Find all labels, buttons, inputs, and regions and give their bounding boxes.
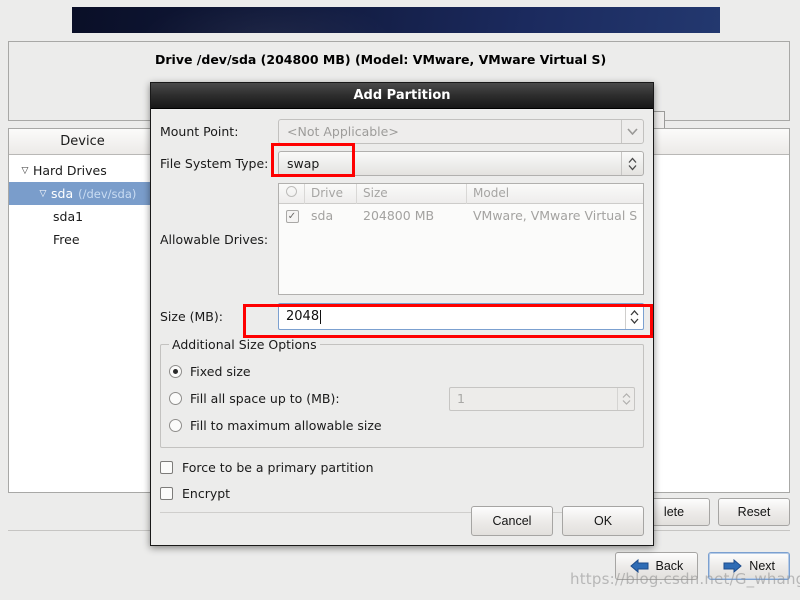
file-system-type-label: File System Type: <box>160 156 269 171</box>
dialog-body: Mount Point: <Not Applicable> File Syste… <box>151 109 653 513</box>
circle-icon <box>286 185 297 197</box>
checkbox-label: Force to be a primary partition <box>182 459 374 475</box>
expander-icon[interactable]: ▽ <box>35 189 51 199</box>
file-system-type-value: swap <box>287 156 320 171</box>
file-system-type-combo[interactable]: swap <box>278 151 644 176</box>
chevron-down-icon[interactable] <box>621 120 643 143</box>
cell-drive: sda <box>311 207 334 223</box>
drive-title: Drive /dev/sda (204800 MB) (Model: VMwar… <box>155 52 607 67</box>
add-partition-dialog: Add Partition Mount Point: <Not Applicab… <box>150 82 654 546</box>
cell-model: VMware, VMware Virtual S <box>473 207 638 223</box>
dialog-button-row: Cancel OK <box>471 506 644 536</box>
option-label: Fill to maximum allowable size <box>190 418 382 433</box>
installer-screen: Drive /dev/sda (204800 MB) (Model: VMwar… <box>0 0 800 600</box>
allowable-drives-label: Allowable Drives: <box>160 231 269 247</box>
tree-item-sda[interactable]: ▽ sda (/dev/sda) <box>9 182 157 205</box>
fill-all-space-value: 1 <box>457 391 465 406</box>
cancel-button[interactable]: Cancel <box>471 506 553 536</box>
size-value: 2048 <box>286 309 320 324</box>
allowable-drives-table-header: Drive Size Model <box>279 184 643 204</box>
next-button[interactable]: Next <box>708 552 790 580</box>
reset-button[interactable]: Reset <box>718 498 790 526</box>
checkbox-encrypt[interactable]: Encrypt <box>160 480 644 506</box>
allowable-drives-table[interactable]: Drive Size Model ✓ sda 204800 MB VMware,… <box>278 183 644 295</box>
tree-item-label: sda1 <box>53 209 84 224</box>
tree-item-label: sda <box>51 186 74 201</box>
option-label: Fill all space up to (MB): <box>190 391 340 406</box>
additional-size-options-group: Additional Size Options Fixed size Fill … <box>160 337 644 448</box>
expander-icon[interactable]: ▽ <box>17 166 33 176</box>
radio-icon[interactable] <box>169 419 182 432</box>
tree-item-path: (/dev/sda) <box>78 186 137 201</box>
allowable-drives-row: Allowable Drives: Drive Size Model ✓ sda… <box>160 183 644 295</box>
arrow-left-icon <box>629 558 649 574</box>
ok-button[interactable]: OK <box>562 506 644 536</box>
mount-point-label: Mount Point: <box>160 124 239 139</box>
size-label: Size (MB): <box>160 309 223 324</box>
option-fill-all-space[interactable]: Fill all space up to (MB): 1 <box>169 385 635 412</box>
file-system-type-row: File System Type: swap <box>160 151 644 176</box>
checkbox-icon[interactable] <box>160 486 173 500</box>
table-row[interactable]: ✓ sda 204800 MB VMware, VMware Virtual S <box>279 204 643 226</box>
additional-size-options-legend: Additional Size Options <box>172 337 317 352</box>
column-header-drive: Drive <box>305 184 357 204</box>
row-checkbox-cell[interactable]: ✓ <box>279 207 305 223</box>
cell-size: 204800 MB <box>363 207 435 223</box>
fill-spinner-icon[interactable] <box>617 387 634 410</box>
size-input[interactable]: 2048 <box>278 303 644 330</box>
column-header-model: Model <box>473 185 510 200</box>
tree-item-label: Free <box>53 232 80 247</box>
column-header-check <box>279 184 305 204</box>
mount-point-row: Mount Point: <Not Applicable> <box>160 119 644 144</box>
next-button-label: Next <box>749 559 775 573</box>
option-fill-maximum[interactable]: Fill to maximum allowable size <box>169 412 635 439</box>
mount-point-value: <Not Applicable> <box>287 124 399 139</box>
installer-banner <box>72 7 720 33</box>
text-cursor <box>320 309 322 324</box>
dialog-checkbox-group: Force to be a primary partition Encrypt <box>160 454 644 506</box>
option-fixed-size[interactable]: Fixed size <box>169 358 635 385</box>
mount-point-combo[interactable]: <Not Applicable> <box>278 119 644 144</box>
arrow-right-icon <box>723 558 743 574</box>
dialog-title: Add Partition <box>353 88 451 103</box>
radio-selected-icon[interactable] <box>169 365 182 378</box>
radio-icon[interactable] <box>169 392 182 405</box>
checkbox-label: Encrypt <box>182 485 231 501</box>
back-button[interactable]: Back <box>614 552 699 580</box>
checkbox-force-primary[interactable]: Force to be a primary partition <box>160 454 644 480</box>
navigation-button-row: Back Next <box>614 552 790 580</box>
column-header-device: Device <box>9 129 157 154</box>
spinner-icon[interactable] <box>621 152 643 175</box>
tree-item-label: Hard Drives <box>33 163 107 178</box>
size-spinner-icon[interactable] <box>625 304 643 329</box>
checkbox-icon[interactable] <box>160 460 173 474</box>
dialog-title-bar: Add Partition <box>151 83 653 109</box>
column-header-size: Size <box>357 184 467 204</box>
fill-all-space-input[interactable]: 1 <box>449 386 635 411</box>
back-button-label: Back <box>655 559 684 573</box>
option-label: Fixed size <box>190 364 251 379</box>
size-row: Size (MB): 2048 <box>160 303 644 330</box>
checkbox-checked-icon[interactable]: ✓ <box>285 210 299 223</box>
